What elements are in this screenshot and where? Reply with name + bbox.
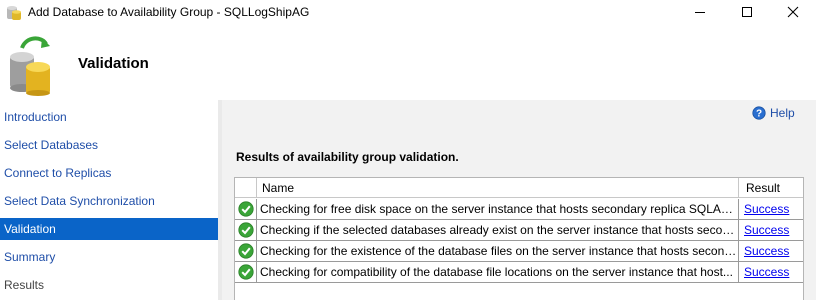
help-icon: ?	[752, 106, 766, 120]
wizard-sidebar: Introduction Select Databases Connect to…	[0, 100, 218, 300]
row-name: Checking for compatibility of the databa…	[257, 262, 739, 282]
table-row[interactable]: Checking for compatibility of the databa…	[235, 262, 803, 283]
close-button[interactable]	[770, 0, 816, 24]
sidebar-item-select-data-synchronization[interactable]: Select Data Synchronization	[0, 190, 218, 212]
column-header-result[interactable]: Result	[739, 178, 803, 198]
main-panel: ? Help Results of availability group val…	[222, 100, 816, 300]
sidebar-item-introduction[interactable]: Introduction	[0, 106, 218, 128]
row-result-link[interactable]: Success	[739, 262, 803, 282]
row-name: Checking for free disk space on the serv…	[257, 199, 739, 219]
row-name: Checking if the selected databases alrea…	[257, 220, 739, 240]
table-row[interactable]: Checking for free disk space on the serv…	[235, 199, 803, 220]
column-header-name[interactable]: Name	[257, 178, 739, 198]
row-result-link[interactable]: Success	[739, 241, 803, 261]
row-result-link[interactable]: Success	[739, 220, 803, 240]
maximize-icon	[742, 7, 752, 17]
sidebar-item-connect-to-replicas[interactable]: Connect to Replicas	[0, 162, 218, 184]
grid-header-icon-column	[235, 178, 257, 198]
table-row[interactable]: Checking for the existence of the databa…	[235, 241, 803, 262]
database-sync-icon	[10, 36, 50, 96]
database-wizard-icon	[7, 6, 21, 20]
maximize-button[interactable]	[724, 0, 770, 24]
close-icon	[787, 6, 799, 18]
page-title: Validation	[78, 55, 149, 72]
help-link[interactable]: ? Help	[752, 106, 795, 120]
success-check-icon	[237, 222, 254, 238]
sidebar-item-summary[interactable]: Summary	[0, 246, 218, 268]
row-result-link[interactable]: Success	[739, 199, 803, 219]
validation-results-grid: Name Result Checking for free disk space…	[234, 177, 804, 300]
svg-text:?: ?	[756, 109, 762, 120]
title-bar: Add Database to Availability Group - SQL…	[0, 0, 816, 26]
minimize-button[interactable]	[677, 0, 723, 24]
results-heading: Results of availability group validation…	[236, 150, 459, 164]
sidebar-item-select-databases[interactable]: Select Databases	[0, 134, 218, 156]
sidebar-item-validation[interactable]: Validation	[0, 218, 218, 240]
grid-header: Name Result	[235, 178, 803, 198]
wizard-header: Validation	[0, 26, 816, 100]
success-check-icon	[237, 264, 254, 280]
table-row[interactable]: Checking if the selected databases alrea…	[235, 220, 803, 241]
success-check-icon	[237, 243, 254, 259]
minimize-icon	[695, 12, 705, 13]
row-name: Checking for the existence of the databa…	[257, 241, 739, 261]
window-title: Add Database to Availability Group - SQL…	[28, 5, 310, 19]
success-check-icon	[237, 201, 254, 217]
help-label: Help	[770, 106, 795, 120]
sidebar-item-results: Results	[4, 278, 45, 292]
